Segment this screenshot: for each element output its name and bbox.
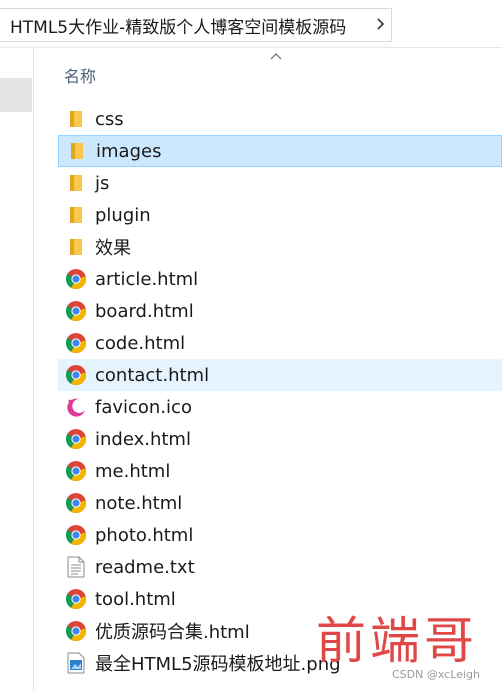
chevron-right-icon[interactable] [374,14,388,34]
chrome-icon [65,428,87,450]
file-name: index.html [95,428,191,450]
file-name: article.html [95,268,199,290]
folder-icon [65,108,87,130]
file-name: contact.html [95,364,210,386]
file-name: code.html [95,332,186,354]
file-row[interactable]: code.html [58,327,502,359]
file-row[interactable]: tool.html [58,583,502,615]
watermark-text: 前端哥 [316,612,478,670]
file-row[interactable]: plugin [58,199,502,231]
file-name: tool.html [95,588,176,610]
file-row[interactable]: js [58,167,502,199]
file-row[interactable]: 效果 [58,231,502,263]
file-row[interactable]: readme.txt [58,551,502,583]
file-row[interactable]: css [58,103,502,135]
chrome-icon [65,460,87,482]
chrome-icon [65,364,87,386]
chrome-icon [65,300,87,322]
chrome-icon [65,588,87,610]
file-name: plugin [95,204,151,226]
file-name: 优质源码合集.html [95,622,250,643]
navigation-pane [0,48,34,691]
file-name: note.html [95,492,183,514]
column-header-name[interactable]: 名称 [64,63,96,87]
column-header: 名称 [34,48,502,100]
chrome-icon [65,492,87,514]
image-file-icon [65,652,87,674]
address-path-text: HTML5大作业-精致版个人博客空间模板源码 [10,17,347,38]
file-name: favicon.ico [95,396,192,418]
file-name: board.html [95,300,194,322]
file-row[interactable]: photo.html [58,519,502,551]
chrome-icon [65,268,87,290]
file-name: 最全HTML5源码模板地址.png [95,654,341,675]
file-name: 效果 [95,238,131,259]
chrome-icon [65,332,87,354]
file-name: css [95,108,124,130]
file-name: photo.html [95,524,194,546]
file-name: me.html [95,460,171,482]
csdn-watermark: CSDN @xcLeigh [392,668,480,681]
file-name: js [95,172,110,194]
nav-selected-item[interactable] [0,78,32,112]
file-row[interactable]: contact.html [58,359,502,391]
file-row[interactable]: article.html [58,263,502,295]
file-view: 名称 css images js plugin 效果 article.html board.… [34,48,502,691]
crescent-icon [65,396,87,418]
folder-icon [65,236,87,258]
file-list: css images js plugin 效果 article.html board.htm… [34,103,502,679]
address-bar: HTML5大作业-精致版个人博客空间模板源码 [0,0,502,48]
folder-icon [65,172,87,194]
file-row[interactable]: favicon.ico [58,391,502,423]
folder-icon [65,204,87,226]
chrome-icon [65,620,87,642]
folder-icon [66,140,88,162]
file-name: readme.txt [95,556,195,578]
text-file-icon [65,556,87,578]
file-row[interactable]: index.html [58,423,502,455]
file-row[interactable]: images [58,135,502,167]
file-row[interactable]: board.html [58,295,502,327]
address-path[interactable]: HTML5大作业-精致版个人博客空间模板源码 [0,8,392,42]
chrome-icon [65,524,87,546]
sort-ascending-icon [270,53,282,60]
file-name: images [96,140,162,162]
file-row[interactable]: me.html [58,455,502,487]
file-row[interactable]: note.html [58,487,502,519]
